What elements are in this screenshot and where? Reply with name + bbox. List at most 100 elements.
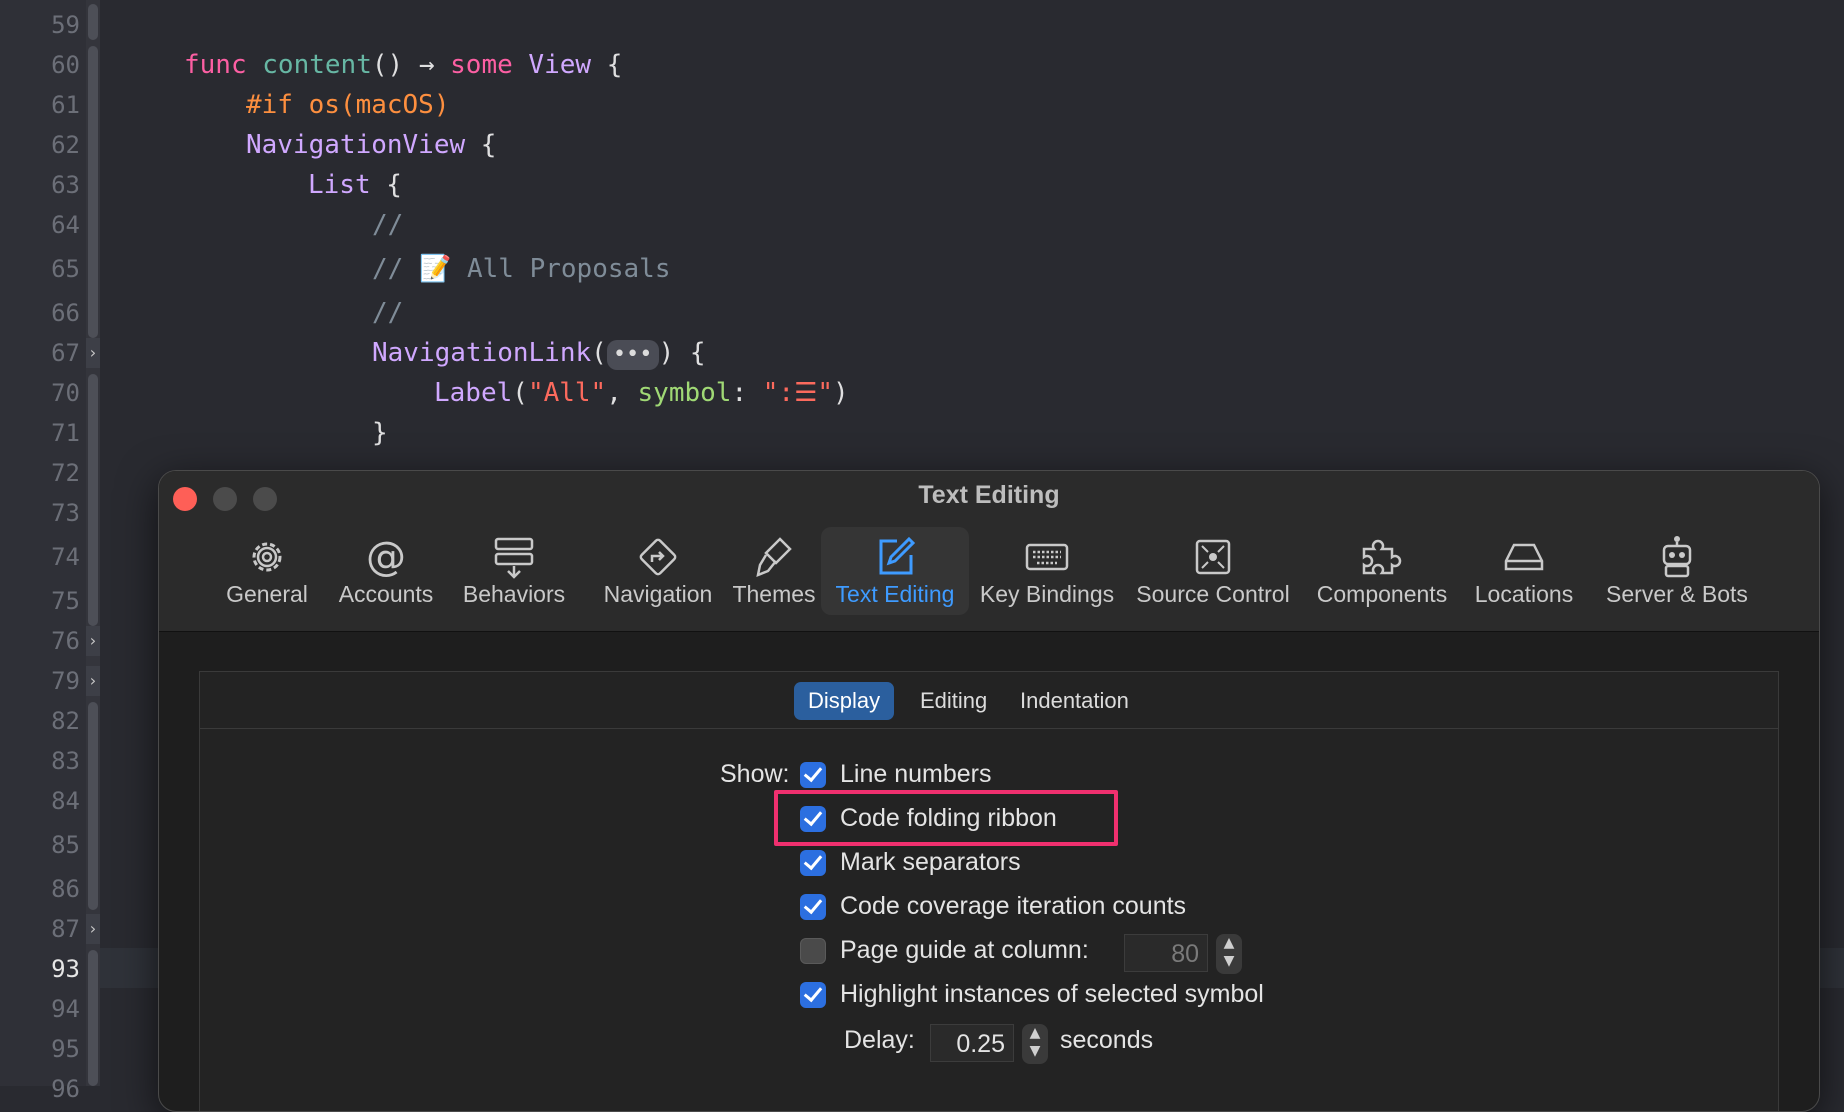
folded-code-pill[interactable]: ••• xyxy=(606,340,659,370)
line-number: 95 xyxy=(51,1035,80,1063)
code-token: ) xyxy=(833,378,849,408)
tab-label: General xyxy=(226,581,308,607)
code-token: symbol xyxy=(637,378,732,408)
line-number: 65 xyxy=(51,255,80,283)
line-number: 96 xyxy=(51,1075,80,1103)
option-label: Mark separators xyxy=(840,848,1021,876)
tab-label: Behaviors xyxy=(462,581,566,607)
code-line[interactable]: func content() → some View { xyxy=(184,48,622,82)
fold-segment[interactable] xyxy=(88,374,98,626)
highlight-instances-checkbox[interactable] xyxy=(800,982,826,1008)
fold-segment[interactable] xyxy=(88,950,98,1086)
code-line[interactable]: // 📝 All Proposals xyxy=(372,252,670,286)
tab-navigation[interactable]: Navigation xyxy=(583,527,733,615)
line-number-gutter: 59 60 61 62 63 64 65 66 67 70 71 72 73 7… xyxy=(0,0,100,1103)
fold-segment[interactable] xyxy=(88,4,98,40)
line-number: 64 xyxy=(51,211,80,239)
option-label: Code coverage iteration counts xyxy=(840,892,1187,920)
option-label: Page guide at column: xyxy=(840,936,1089,964)
line-number: 83 xyxy=(51,747,80,775)
delay-label: Delay: xyxy=(844,1026,915,1054)
page-guide-stepper[interactable]: ▲ ▼ xyxy=(1216,934,1242,974)
code-token: ":☰" xyxy=(762,378,834,408)
mark-separators-checkbox[interactable] xyxy=(800,850,826,876)
tab-label: Navigation xyxy=(603,581,713,607)
fold-chevron-right-icon[interactable]: › xyxy=(86,914,100,944)
code-line[interactable]: NavigationLink(•••) { xyxy=(372,336,706,370)
line-number: 70 xyxy=(51,379,80,407)
tab-themes[interactable]: Themes xyxy=(719,527,829,615)
line-number: 66 xyxy=(51,299,80,327)
delay-unit-label: seconds xyxy=(1060,1026,1154,1054)
line-number: 86 xyxy=(51,875,80,903)
keyboard-icon xyxy=(1025,543,1069,571)
code-line[interactable]: Label("All", symbol: ":☰") xyxy=(434,376,849,410)
highlight-annotation-box xyxy=(774,790,1118,846)
line-number: 87 xyxy=(51,915,80,943)
code-token: List xyxy=(308,170,371,200)
text-editing-pane: Display Editing Indentation Show: Line n… xyxy=(199,671,1779,1111)
code-token: { xyxy=(465,130,497,160)
code-line[interactable]: // xyxy=(372,208,403,242)
code-line[interactable]: #if os(macOS) xyxy=(246,88,450,122)
line-number: 73 xyxy=(51,499,80,527)
page-guide-checkbox[interactable] xyxy=(800,938,826,964)
option-label: Highlight instances of selected symbol xyxy=(840,980,1264,1008)
code-line[interactable]: NavigationView { xyxy=(246,128,496,162)
tab-source-control[interactable]: Source Control xyxy=(1125,527,1301,615)
code-token: { xyxy=(591,50,623,80)
tab-label: Components xyxy=(1316,581,1448,607)
line-number: 60 xyxy=(51,51,80,79)
code-token: Label xyxy=(434,378,513,408)
line-number: 79 xyxy=(51,667,80,695)
tab-general[interactable]: General xyxy=(211,527,323,615)
fold-segment[interactable] xyxy=(88,702,98,910)
line-number: 59 xyxy=(51,11,80,39)
delay-field[interactable]: 0.25 xyxy=(930,1024,1014,1062)
tab-behaviors[interactable]: Behaviors xyxy=(449,527,579,615)
tab-display[interactable]: Display xyxy=(794,682,895,720)
line-number: 75 xyxy=(51,587,80,615)
brush-icon xyxy=(756,537,792,578)
fold-chevron-right-icon[interactable]: › xyxy=(86,666,100,696)
behaviors-icon xyxy=(494,537,534,579)
tab-locations[interactable]: Locations xyxy=(1461,527,1587,615)
page-guide-column-field[interactable]: 80 xyxy=(1124,934,1208,972)
preferences-window: Text Editing General @ Accounts Behavior… xyxy=(158,470,1820,1112)
code-line[interactable]: // xyxy=(372,296,403,330)
code-line[interactable]: } xyxy=(372,416,388,450)
line-numbers-checkbox[interactable] xyxy=(800,762,826,788)
tab-server-bots[interactable]: Server & Bots xyxy=(1587,527,1767,615)
code-token: NavigationLink xyxy=(372,338,592,368)
code-token: : xyxy=(731,378,763,408)
delay-stepper[interactable]: ▲ ▼ xyxy=(1022,1024,1048,1064)
navigation-icon xyxy=(639,538,677,576)
code-line[interactable]: List { xyxy=(308,168,402,202)
tab-label: Key Bindings xyxy=(979,581,1115,607)
tab-key-bindings[interactable]: Key Bindings xyxy=(977,527,1117,615)
fold-segment[interactable] xyxy=(88,46,98,338)
fold-chevron-right-icon[interactable]: › xyxy=(86,338,100,368)
tab-components[interactable]: Components xyxy=(1307,527,1457,615)
fold-chevron-right-icon[interactable]: › xyxy=(86,626,100,656)
gear-icon xyxy=(252,542,282,572)
code-coverage-checkbox[interactable] xyxy=(800,894,826,920)
tab-indentation[interactable]: Indentation xyxy=(1006,682,1143,720)
code-token: View xyxy=(528,50,592,80)
code-token: NavigationView xyxy=(246,130,466,160)
line-number: 94 xyxy=(51,995,80,1023)
tab-label: Text Editing xyxy=(835,581,955,607)
code-token: some xyxy=(450,50,513,80)
window-titlebar: Text Editing General @ Accounts Behavior… xyxy=(159,471,1819,632)
tab-accounts[interactable]: @ Accounts xyxy=(327,527,445,615)
tab-label: Locations xyxy=(1474,581,1574,607)
code-token: ( xyxy=(512,378,528,408)
robot-icon xyxy=(1662,536,1692,578)
code-token: func xyxy=(184,50,247,80)
tab-text-editing[interactable]: Text Editing xyxy=(821,527,969,615)
line-number: 72 xyxy=(51,459,80,487)
segmented-control: Display Editing Indentation xyxy=(200,672,1778,729)
line-number: 61 xyxy=(51,91,80,119)
code-token: "All" xyxy=(527,378,607,408)
tab-editing[interactable]: Editing xyxy=(906,682,1001,720)
